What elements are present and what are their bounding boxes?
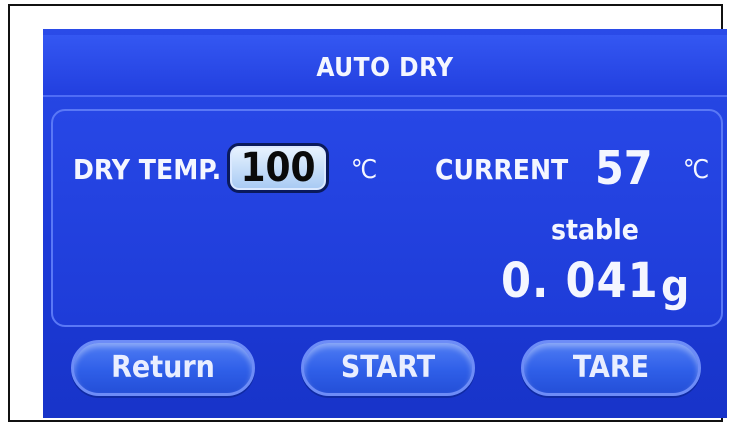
start-button[interactable]: START bbox=[301, 340, 475, 396]
screen-title: AUTO DRY bbox=[316, 53, 454, 83]
display-screen: AUTO DRY DRY TEMP. 100 ℃ CURRENT 57 ℃ st… bbox=[43, 29, 727, 418]
tare-button[interactable]: TARE bbox=[521, 340, 701, 396]
weight-unit: g bbox=[661, 261, 690, 312]
current-label: CURRENT bbox=[435, 153, 569, 186]
current-temperature-value: 57 bbox=[595, 141, 653, 195]
return-button[interactable]: Return bbox=[71, 340, 255, 396]
dry-temp-unit: ℃ bbox=[351, 155, 378, 185]
stability-status: stable bbox=[551, 213, 639, 246]
title-bar: AUTO DRY bbox=[43, 35, 727, 97]
current-temp-unit: ℃ bbox=[683, 155, 710, 185]
dry-temp-label: DRY TEMP. bbox=[73, 153, 222, 186]
weight-value: 0. 041 bbox=[501, 253, 659, 309]
device-frame: AUTO DRY DRY TEMP. 100 ℃ CURRENT 57 ℃ st… bbox=[8, 4, 727, 422]
dry-temp-input[interactable]: 100 bbox=[227, 143, 329, 193]
dry-status-panel: DRY TEMP. 100 ℃ CURRENT 57 ℃ stable 0. 0… bbox=[51, 109, 723, 327]
